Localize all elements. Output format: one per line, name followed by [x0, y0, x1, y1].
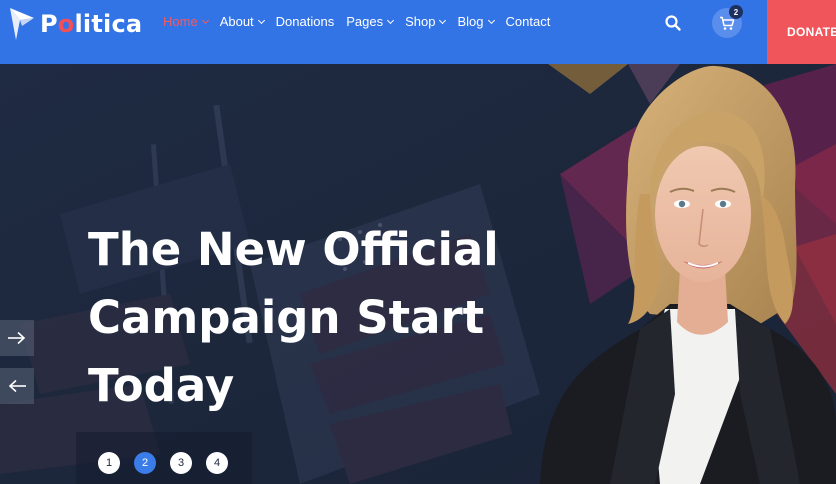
- chevron-down-icon: [387, 16, 395, 24]
- nav-item-home[interactable]: Home: [163, 14, 209, 29]
- slide-dot-4[interactable]: 4: [206, 452, 228, 474]
- site-logo[interactable]: Politica: [8, 6, 142, 42]
- nav-item-donations[interactable]: Donations: [276, 14, 335, 29]
- slide-dot-2[interactable]: 2: [134, 452, 156, 474]
- next-slide-button[interactable]: [0, 320, 34, 356]
- hero-slider: The New Official Campaign Start Today 1 …: [0, 64, 836, 484]
- nav-item-pages[interactable]: Pages: [346, 14, 395, 29]
- chevron-down-icon: [487, 16, 495, 24]
- chevron-down-icon: [257, 16, 265, 24]
- donate-button[interactable]: DONATE: [767, 0, 836, 64]
- arrow-left-icon: [8, 379, 26, 393]
- main-nav: Home About Donations Pages Shop Blog Con…: [163, 14, 562, 29]
- chevron-down-icon: [439, 16, 447, 24]
- nav-item-shop[interactable]: Shop: [405, 14, 447, 29]
- nav-item-blog[interactable]: Blog: [457, 14, 495, 29]
- logo-flag-icon: [10, 8, 34, 40]
- headline-line: Today: [88, 359, 235, 412]
- slide-dot-3[interactable]: 3: [170, 452, 192, 474]
- chevron-down-icon: [201, 16, 209, 24]
- arrow-right-icon: [8, 331, 26, 345]
- slide-dot-1[interactable]: 1: [98, 452, 120, 474]
- site-header: Politica Home About Donations Pages Shop…: [0, 0, 836, 64]
- cart-count-badge: 2: [729, 5, 743, 19]
- headline-line: Campaign Start: [88, 291, 485, 344]
- prev-slide-button[interactable]: [0, 368, 34, 404]
- headline-line: The New Official: [88, 223, 499, 276]
- hero-headline: The New Official Campaign Start Today: [88, 216, 548, 420]
- nav-item-about[interactable]: About: [220, 14, 265, 29]
- search-icon[interactable]: [664, 14, 682, 32]
- brand-name: Politica: [40, 10, 143, 38]
- nav-item-contact[interactable]: Contact: [506, 14, 551, 29]
